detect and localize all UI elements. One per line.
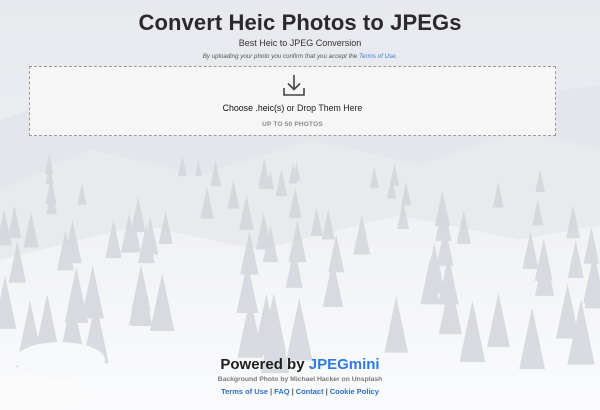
choose-files-label[interactable]: Choose .heic(s) or Drop Them Here — [30, 103, 555, 113]
footer: Powered by JPEGmini Background Photo by … — [0, 356, 600, 396]
footer-links: Terms of Use | FAQ | Contact | Cookie Policy — [0, 387, 600, 396]
page-subtitle: Best Heic to JPEG Conversion — [238, 38, 362, 48]
download-icon — [283, 75, 305, 96]
footer-link-terms[interactable]: Terms of Use — [221, 387, 268, 396]
jpegmini-brand-link[interactable]: JPEGmini — [309, 356, 380, 373]
powered-prefix: Powered by — [220, 356, 305, 373]
powered-by: Powered by JPEGmini — [0, 356, 600, 373]
page-title: Convert Heic Photos to JPEGs — [138, 10, 462, 35]
footer-link-faq[interactable]: FAQ — [274, 387, 289, 396]
choose-heic-label: Choose .heic(s) — [222, 103, 285, 113]
photo-credit: Background Photo by Michael Hacker on Un… — [217, 376, 383, 383]
upload-limit-label: UP TO 50 PHOTOS — [262, 121, 323, 128]
footer-link-contact[interactable]: Contact — [296, 387, 324, 396]
consent-notice: By uploading your photo you confirm that… — [0, 53, 600, 60]
consent-terms-link[interactable]: Terms of Use. — [359, 53, 397, 60]
separator: | — [325, 387, 328, 396]
page: Convert Heic Photos to JPEGs Best Heic t… — [0, 0, 600, 410]
consent-text: By uploading your photo you confirm that… — [202, 53, 358, 60]
separator: | — [291, 387, 294, 396]
footer-link-cookie-policy[interactable]: Cookie Policy — [330, 387, 379, 396]
drop-label: or Drop Them Here — [284, 103, 363, 113]
separator: | — [270, 387, 273, 396]
upload-dropzone[interactable]: Choose .heic(s) or Drop Them Here UP TO … — [29, 66, 556, 136]
